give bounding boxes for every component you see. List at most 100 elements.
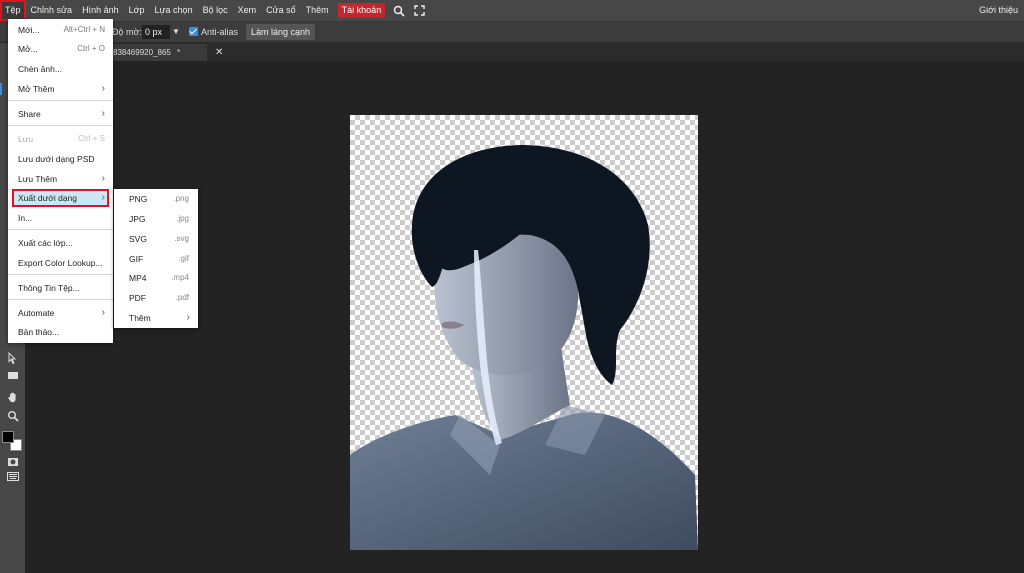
menu-select[interactable]: Lựa chọn: [150, 0, 198, 21]
export-pdf-label: PDF: [129, 293, 146, 303]
export-svg[interactable]: SVG .svg: [114, 229, 198, 249]
menu-item-export-as[interactable]: Xuất dưới dạng ›: [12, 189, 109, 207]
menu-item-open-more-label: Mở Thêm: [18, 84, 55, 94]
menu-item-save-psd-label: Lưu dưới dạng PSD: [18, 154, 95, 164]
menu-view[interactable]: Xem: [233, 0, 262, 21]
document-tab[interactable]: 838469920_865 *: [111, 44, 207, 61]
export-png-ext: .png: [173, 194, 189, 203]
export-more[interactable]: Thêm ›: [114, 308, 198, 328]
export-png-label: PNG: [129, 194, 148, 204]
menu-divider: [8, 274, 113, 275]
export-jpg-ext: .jpg: [176, 214, 189, 223]
export-gif-ext: .gif: [178, 254, 189, 263]
chevron-right-icon: ›: [101, 307, 105, 318]
menu-item-new[interactable]: Mới... Alt+Ctrl + N: [8, 21, 113, 39]
zoom-tool-icon[interactable]: [4, 410, 21, 424]
menu-item-save[interactable]: Lưu Ctrl + S: [8, 130, 113, 148]
menu-item-print[interactable]: In...: [8, 209, 113, 227]
path-select-tool-icon[interactable]: [4, 351, 21, 366]
chevron-right-icon: ›: [101, 173, 105, 184]
menu-item-new-shortcut: Alt+Ctrl + N: [63, 25, 105, 34]
rectangle-tool-icon[interactable]: [4, 371, 21, 385]
export-jpg[interactable]: JPG .jpg: [114, 209, 198, 229]
chevron-right-icon: ›: [101, 83, 105, 94]
menu-more[interactable]: Thêm: [301, 0, 334, 21]
hand-tool-icon[interactable]: [4, 391, 21, 405]
chevron-right-icon: ›: [101, 108, 105, 119]
menu-item-export-color-lookup-label: Export Color Lookup...: [18, 258, 103, 268]
document-tabs: 838469920_865 * ✕: [25, 43, 1024, 61]
menu-image[interactable]: Hình ảnh: [77, 0, 124, 21]
antialias-checkbox[interactable]: Anti-alias: [189, 21, 238, 43]
export-mp4-label: MP4: [129, 273, 147, 283]
feather-label: Độ mờ:: [112, 27, 142, 37]
chevron-right-icon: ›: [186, 312, 190, 323]
menubar: Tệp Chỉnh sửa Hình ảnh Lớp Lựa chọn Bộ l…: [0, 0, 1024, 21]
menu-item-open[interactable]: Mở... Ctrl + O: [8, 40, 113, 58]
document-tab-title: 838469920_865: [113, 48, 171, 57]
menu-item-export-layers[interactable]: Xuất các lớp...: [8, 234, 113, 252]
menu-file[interactable]: Tệp: [0, 0, 26, 21]
menu-item-insert-image-label: Chèn ảnh...: [18, 64, 62, 74]
menu-item-file-info[interactable]: Thông Tin Tệp...: [8, 279, 113, 297]
search-icon[interactable]: [389, 0, 409, 21]
feather-dropdown-icon[interactable]: ▼: [172, 21, 180, 43]
menu-item-export-color-lookup[interactable]: Export Color Lookup...: [8, 254, 113, 272]
menu-item-export-as-label: Xuất dưới dạng: [18, 193, 77, 203]
menu-item-open-shortcut: Ctrl + O: [77, 44, 105, 53]
menu-divider: [8, 100, 113, 101]
menu-item-save-more-label: Lưu Thêm: [18, 174, 58, 184]
menu-item-export-layers-label: Xuất các lớp...: [18, 238, 73, 248]
export-svg-ext: .svg: [174, 234, 189, 243]
portrait-cutout-image: [350, 145, 698, 550]
menu-item-insert-image[interactable]: Chèn ảnh...: [8, 60, 113, 78]
menu-filter[interactable]: Bộ lọc: [198, 0, 233, 21]
chevron-right-icon: ›: [101, 192, 105, 203]
menu-edit[interactable]: Chỉnh sửa: [26, 0, 78, 21]
export-gif[interactable]: GIF .gif: [114, 249, 198, 269]
menu-item-automate-label: Automate: [18, 308, 55, 318]
menu-item-save-label: Lưu: [18, 134, 34, 144]
menu-item-save-shortcut: Ctrl + S: [78, 134, 105, 143]
export-svg-label: SVG: [129, 234, 147, 244]
about-link[interactable]: Giới thiệu: [974, 0, 1024, 21]
foreground-color-swatch[interactable]: [2, 431, 14, 443]
menu-item-scripts-label: Bản thảo...: [18, 327, 60, 337]
refine-edge-button[interactable]: Làm láng cạnh: [246, 24, 316, 40]
menu-item-new-label: Mới...: [18, 25, 40, 35]
checkbox-check-icon: [189, 27, 198, 36]
export-more-label: Thêm: [129, 313, 151, 323]
menu-item-open-label: Mở...: [18, 44, 38, 54]
menu-divider: [8, 229, 113, 230]
export-mp4-ext: .mp4: [171, 273, 189, 282]
export-mp4[interactable]: MP4 .mp4: [114, 268, 198, 288]
antialias-label: Anti-alias: [201, 27, 239, 37]
menu-item-file-info-label: Thông Tin Tệp...: [18, 283, 80, 293]
document-canvas[interactable]: [350, 115, 698, 550]
export-submenu: PNG .png JPG .jpg SVG .svg GIF .gif MP4 .mp4 …: [114, 189, 198, 328]
active-tool-indicator: [0, 83, 2, 95]
close-tab-icon[interactable]: ✕: [215, 44, 223, 61]
menu-item-share-label: Share: [18, 109, 41, 119]
menu-item-print-label: In...: [18, 213, 33, 223]
menu-item-share[interactable]: Share ›: [8, 105, 113, 123]
export-png[interactable]: PNG .png: [114, 189, 198, 209]
menu-item-scripts[interactable]: Bản thảo...: [8, 323, 113, 341]
export-pdf[interactable]: PDF .pdf: [114, 288, 198, 308]
account-button[interactable]: Tài khoản: [337, 3, 386, 18]
menu-layer[interactable]: Lớp: [124, 0, 150, 21]
menu-divider: [8, 299, 113, 300]
export-jpg-label: JPG: [129, 214, 146, 224]
feather-input[interactable]: 0 px: [142, 25, 170, 39]
fullscreen-icon[interactable]: [409, 0, 429, 21]
quick-mask-icon[interactable]: [4, 457, 21, 471]
keyboard-icon[interactable]: [4, 472, 21, 486]
menu-item-save-more[interactable]: Lưu Thêm ›: [8, 170, 113, 188]
export-pdf-ext: .pdf: [175, 293, 189, 302]
options-bar: Độ mờ: 0 px ▼ Anti-alias Làm láng cạnh: [0, 21, 1024, 43]
menu-item-open-more[interactable]: Mở Thêm ›: [8, 80, 113, 98]
menu-item-save-psd[interactable]: Lưu dưới dạng PSD: [8, 150, 113, 168]
menu-window[interactable]: Cửa sổ: [261, 0, 301, 21]
document-modified-indicator: *: [177, 48, 181, 57]
menu-item-automate[interactable]: Automate ›: [8, 304, 113, 322]
